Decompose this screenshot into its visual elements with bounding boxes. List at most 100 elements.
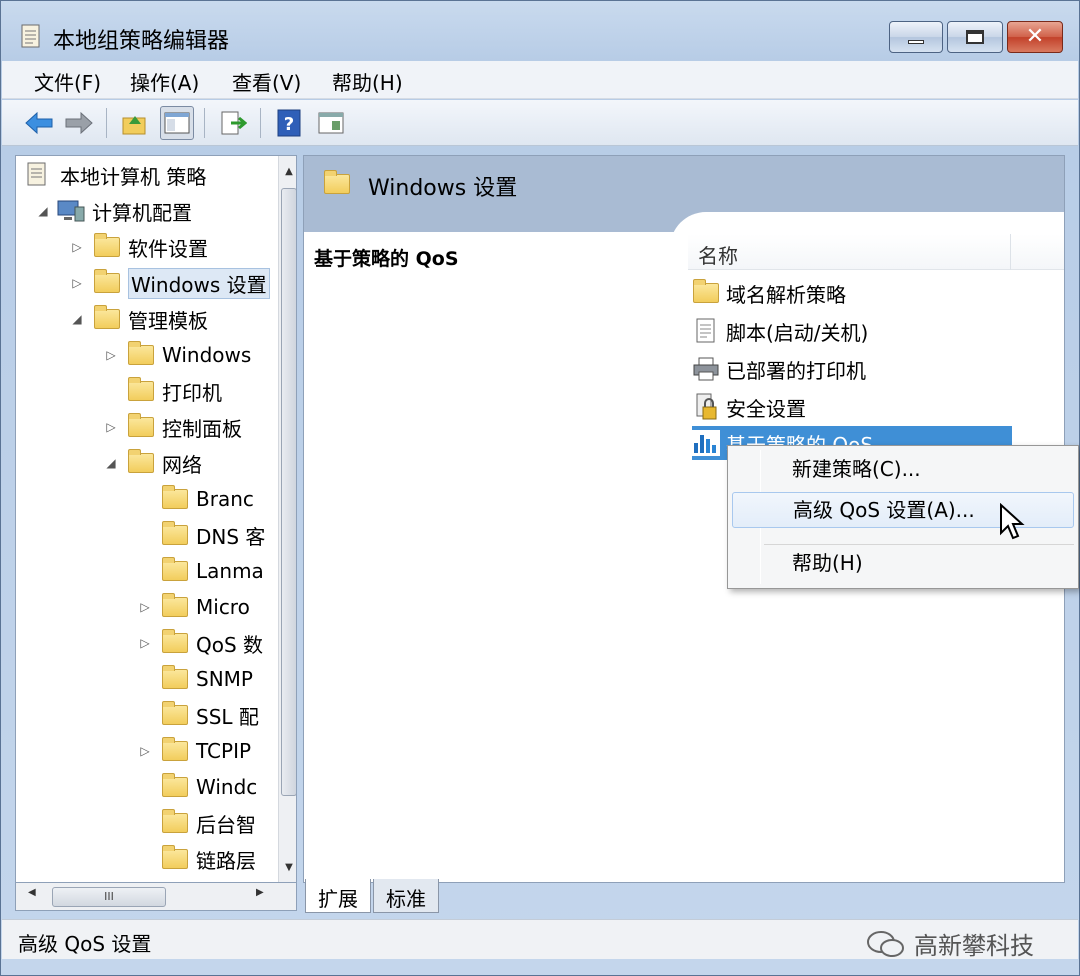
tree-item-dns-client[interactable]: DNS 客 (136, 518, 265, 552)
scroll-down-icon[interactable]: ▼ (279, 856, 296, 880)
folder-icon (128, 377, 154, 401)
tree-item-bits[interactable]: 后台智 (136, 806, 256, 840)
collapsed-arrow-icon[interactable]: ▷ (68, 240, 86, 254)
show-hide-tree-button[interactable] (160, 106, 194, 140)
tab-standard[interactable]: 标准 (373, 879, 439, 913)
tree-item-lanman[interactable]: Lanma (136, 554, 264, 588)
tree-item-tcpip[interactable]: ▷ TCPIP (136, 734, 251, 768)
folder-icon (162, 521, 188, 545)
scroll-left-icon[interactable]: ◀ (28, 887, 36, 898)
details-header-title: Windows 设置 (368, 176, 518, 201)
tree-vertical-scrollbar[interactable]: ▲ ▼ (278, 156, 296, 882)
forward-button[interactable] (62, 106, 96, 140)
collapsed-arrow-icon[interactable]: ▷ (68, 276, 86, 290)
maximize-button[interactable] (947, 21, 1003, 53)
tree-label: Windc (196, 775, 258, 799)
tree-label: 链路层 (196, 848, 256, 873)
tree-item-link-layer[interactable]: 链路层 (136, 842, 256, 876)
tree-item-local-policy[interactable]: 本地计算机 策略 (24, 158, 206, 192)
up-one-level-button[interactable] (118, 106, 152, 140)
list-item-dns-policy[interactable]: 域名解析策略 (692, 276, 846, 310)
list-item-printers[interactable]: 已部署的打印机 (692, 352, 866, 386)
back-button[interactable] (22, 106, 56, 140)
tree-label: QoS 数 (196, 632, 264, 657)
properties-icon (318, 112, 344, 134)
tree-item-printers[interactable]: 打印机 (102, 374, 222, 408)
collapsed-arrow-icon[interactable]: ▷ (102, 420, 120, 434)
tree-label: 后台智 (196, 812, 256, 837)
tree-horizontal-scrollbar[interactable]: ◀ III ▶ (15, 883, 297, 911)
menu-item-help[interactable]: 帮助(H) (732, 546, 1074, 582)
column-header[interactable]: 名称 (688, 234, 1064, 270)
help-button[interactable]: ? (272, 106, 306, 140)
watermark-text: 高新攀科技 (914, 932, 1034, 960)
maximize-icon (966, 30, 984, 44)
tree-item-control-panel[interactable]: ▷ 控制面板 (102, 410, 242, 444)
folder-icon (162, 593, 188, 617)
collapsed-arrow-icon[interactable]: ▷ (136, 600, 154, 614)
collapsed-arrow-icon[interactable]: ▷ (136, 636, 154, 650)
window-title: 本地组策略编辑器 (53, 29, 230, 54)
scroll-right-icon[interactable]: ▶ (256, 887, 264, 898)
toolbar: ? (2, 100, 1078, 146)
tree-item-ssl[interactable]: SSL 配 (136, 698, 259, 732)
scroll-thumb[interactable] (281, 188, 296, 796)
tree-label: 打印机 (162, 380, 222, 405)
scroll-up-icon[interactable]: ▲ (279, 160, 296, 184)
tree-label: 计算机配置 (92, 200, 192, 225)
tree-item-software-settings[interactable]: ▷ 软件设置 (68, 230, 208, 264)
close-button[interactable]: ✕ (1007, 21, 1063, 53)
menu-file[interactable]: 文件(F) (34, 67, 101, 96)
list-item-label: 域名解析策略 (726, 282, 846, 307)
menu-view[interactable]: 查看(V) (232, 67, 301, 96)
column-header-name[interactable]: 名称 (698, 240, 738, 269)
tree-label: SSL 配 (196, 704, 259, 729)
export-list-button[interactable] (216, 106, 250, 140)
tree-item-microsoft[interactable]: ▷ Micro (136, 590, 250, 624)
tree-label: 网络 (162, 452, 202, 477)
scroll-thumb[interactable]: III (52, 887, 166, 907)
toolbar-separator (204, 108, 205, 138)
menu-action[interactable]: 操作(A) (130, 67, 199, 96)
menu-item-new-policy[interactable]: 新建策略(C)... (732, 452, 1074, 488)
watermark: 高新攀科技 (866, 926, 1034, 961)
column-divider[interactable] (1010, 234, 1011, 270)
gpedit-window: 本地组策略编辑器 ✕ 文件(F) 操作(A) 查看(V) 帮助(H) ? 本地计… (0, 0, 1080, 976)
list-item-scripts[interactable]: 脚本(启动/关机) (692, 314, 868, 348)
title-bar[interactable]: 本地组策略编辑器 ✕ (1, 1, 1079, 59)
tree-item-computer-config[interactable]: ◢ 计算机配置 (34, 194, 192, 228)
tree-item-branchcache[interactable]: Branc (136, 482, 254, 516)
tab-extended[interactable]: 扩展 (305, 879, 371, 913)
tree-item-snmp[interactable]: SNMP (136, 662, 253, 696)
tree-label: Branc (196, 487, 254, 511)
collapsed-arrow-icon[interactable]: ▷ (136, 744, 154, 758)
collapsed-arrow-icon[interactable]: ▷ (102, 348, 120, 362)
tree-item-windows-settings[interactable]: ▷ Windows 设置 (68, 266, 270, 300)
tree-item-windows-connect[interactable]: Windc (136, 770, 257, 804)
folder-icon (162, 665, 188, 689)
tree-item-network[interactable]: ◢ 网络 (102, 446, 202, 480)
up-folder-icon (122, 116, 146, 135)
expanded-arrow-icon[interactable]: ◢ (102, 456, 120, 470)
tree-item-qos[interactable]: ▷ QoS 数 (136, 626, 263, 660)
expanded-arrow-icon[interactable]: ◢ (34, 204, 52, 218)
tree-item-windows-components[interactable]: ▷ Windows (102, 338, 251, 372)
tree-label: 管理模板 (128, 308, 208, 333)
list-item-label: 已部署的打印机 (726, 358, 866, 383)
tree-item-admin-templates[interactable]: ◢ 管理模板 (68, 302, 208, 336)
tree-label: SNMP (196, 667, 253, 691)
security-icon (696, 393, 717, 420)
export-icon (221, 111, 247, 135)
expanded-arrow-icon[interactable]: ◢ (68, 312, 86, 326)
menu-help[interactable]: 帮助(H) (332, 67, 403, 96)
folder-icon (128, 449, 154, 473)
qos-chart-icon (694, 435, 716, 453)
script-icon (696, 318, 715, 343)
policy-doc-icon (21, 24, 40, 48)
view-tabs: 扩展 标准 (301, 879, 1061, 915)
list-item-security[interactable]: 安全设置 (692, 390, 806, 424)
minimize-button[interactable] (889, 21, 943, 53)
properties-button[interactable] (314, 106, 348, 140)
toolbar-separator (260, 108, 261, 138)
folder-icon (162, 557, 188, 581)
